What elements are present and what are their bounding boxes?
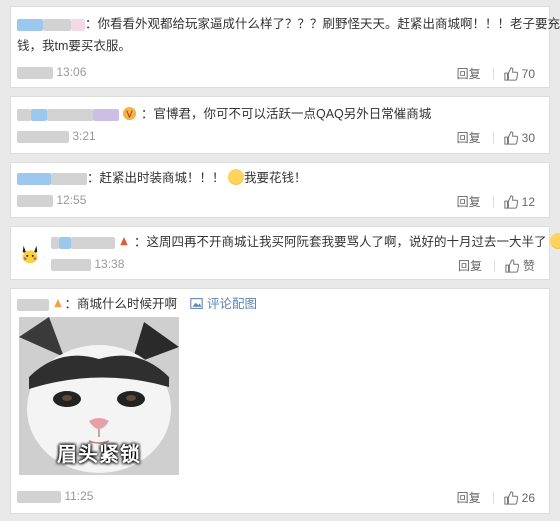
comment-meta: 11:25	[17, 489, 93, 503]
vip-badge-icon: V	[123, 106, 137, 120]
thumbs-up-icon[interactable]	[503, 490, 518, 505]
comment-time: 13:06	[56, 65, 87, 79]
username-blurred[interactable]	[17, 298, 49, 311]
comment-text-after-emoji: 我要花钱！	[244, 171, 307, 185]
reply-button[interactable]: 回复	[457, 193, 481, 210]
thumbs-up-icon[interactable]	[503, 66, 518, 81]
comment-meta: 3:21	[17, 129, 96, 143]
comment-text: ：赶紧出时装商城！！！	[87, 171, 225, 185]
image-caption: 眉头紧锁	[57, 444, 141, 466]
comment-actions: 回复 70	[457, 65, 535, 82]
comment-meta: 13:38	[51, 257, 124, 271]
thumbs-up-icon[interactable]	[503, 130, 518, 145]
comment-actions: 回复 26	[457, 489, 535, 506]
like-count: 12	[521, 194, 535, 209]
picture-icon[interactable]	[190, 297, 204, 310]
comment-text: ：商城什么时候开啊	[64, 297, 177, 311]
reply-button[interactable]: 回复	[457, 129, 481, 146]
laughing-emoji	[549, 233, 560, 249]
like-count: 70	[521, 66, 535, 81]
comment-card-5: ：商城什么时候开啊 评论配图 眉头紧锁 11:25 回复 26	[10, 288, 550, 514]
reply-button[interactable]: 回复	[457, 489, 481, 506]
comment-time: 11:25	[64, 489, 94, 503]
comment-meta: 12:55	[17, 193, 86, 207]
comment-text: ：官博君，你可不可以活跃一点QAQ另外日常催商城	[140, 107, 432, 121]
comment-text: ：这周四再不开商城让我买阿阮套我要骂人了啊，说好的十月过去一大半了	[133, 235, 547, 249]
comment-text-line: V ：官博君，你可不可以活跃一点QAQ另外日常催商城	[17, 105, 431, 124]
like-count: 30	[521, 130, 535, 145]
pikachu-avatar[interactable]	[19, 243, 41, 265]
vip-badge-icon	[120, 237, 129, 246]
like-label: 赞	[522, 259, 535, 273]
username-blurred[interactable]	[51, 236, 59, 249]
comment-text-line-2: 钱，我tm要买衣服。	[17, 39, 131, 53]
comment-time: 3:21	[72, 129, 96, 143]
comment-meta: 13:06	[17, 65, 86, 79]
comment-text-line: ：赶紧出时装商城！！！ 我要花钱！	[17, 169, 307, 188]
comment-image-link[interactable]: 评论配图	[207, 297, 257, 311]
reply-button[interactable]: 回复	[458, 257, 482, 274]
comment-card-2: V ：官博君，你可不可以活跃一点QAQ另外日常催商城 3:21 回复 30	[10, 96, 550, 154]
thumbs-up-icon[interactable]	[505, 258, 519, 273]
svg-text:V: V	[127, 109, 134, 120]
comment-card-3: ：赶紧出时装商城！！！ 我要花钱！ 12:55 回复 12	[10, 162, 550, 218]
comment-text-line-1: ：你看看外观都给玩家逼成什么样了？？？刷野怪天天。赶紧出商城啊！！！老子要充	[17, 15, 560, 34]
reply-button[interactable]: 回复	[457, 65, 481, 82]
comment-card-1: ：你看看外观都给玩家逼成什么样了？？？刷野怪天天。赶紧出商城啊！！！老子要充 钱…	[10, 6, 560, 88]
comment-actions: 回复 12	[457, 193, 535, 210]
comment-time: 13:38	[94, 257, 125, 271]
thumbs-up-icon[interactable]	[503, 194, 518, 209]
username-blurred[interactable]	[17, 18, 43, 31]
crying-emoji	[228, 169, 244, 185]
comment-text-line: ：这周四再不开商城让我买阿阮套我要骂人了啊，说好的十月过去一大半了	[51, 233, 560, 252]
comment-actions: 回复 30	[457, 129, 535, 146]
comment-card-4: ：这周四再不开商城让我买阿阮套我要骂人了啊，说好的十月过去一大半了 13:38 …	[10, 226, 560, 280]
like-count: 26	[521, 490, 535, 505]
comment-text: ：你看看外观都给玩家逼成什么样了？？？刷野怪天天。赶紧出商城啊！！！老子要充	[85, 17, 560, 31]
username-blurred[interactable]	[17, 108, 31, 121]
username-blurred[interactable]	[17, 172, 51, 185]
comment-actions: 回复 赞	[458, 257, 535, 274]
comment-image[interactable]: 眉头紧锁	[19, 317, 179, 475]
comment-time: 12:55	[56, 193, 87, 207]
vip-badge-icon	[54, 299, 63, 308]
comment-text-line: ：商城什么时候开啊 评论配图	[17, 295, 257, 314]
